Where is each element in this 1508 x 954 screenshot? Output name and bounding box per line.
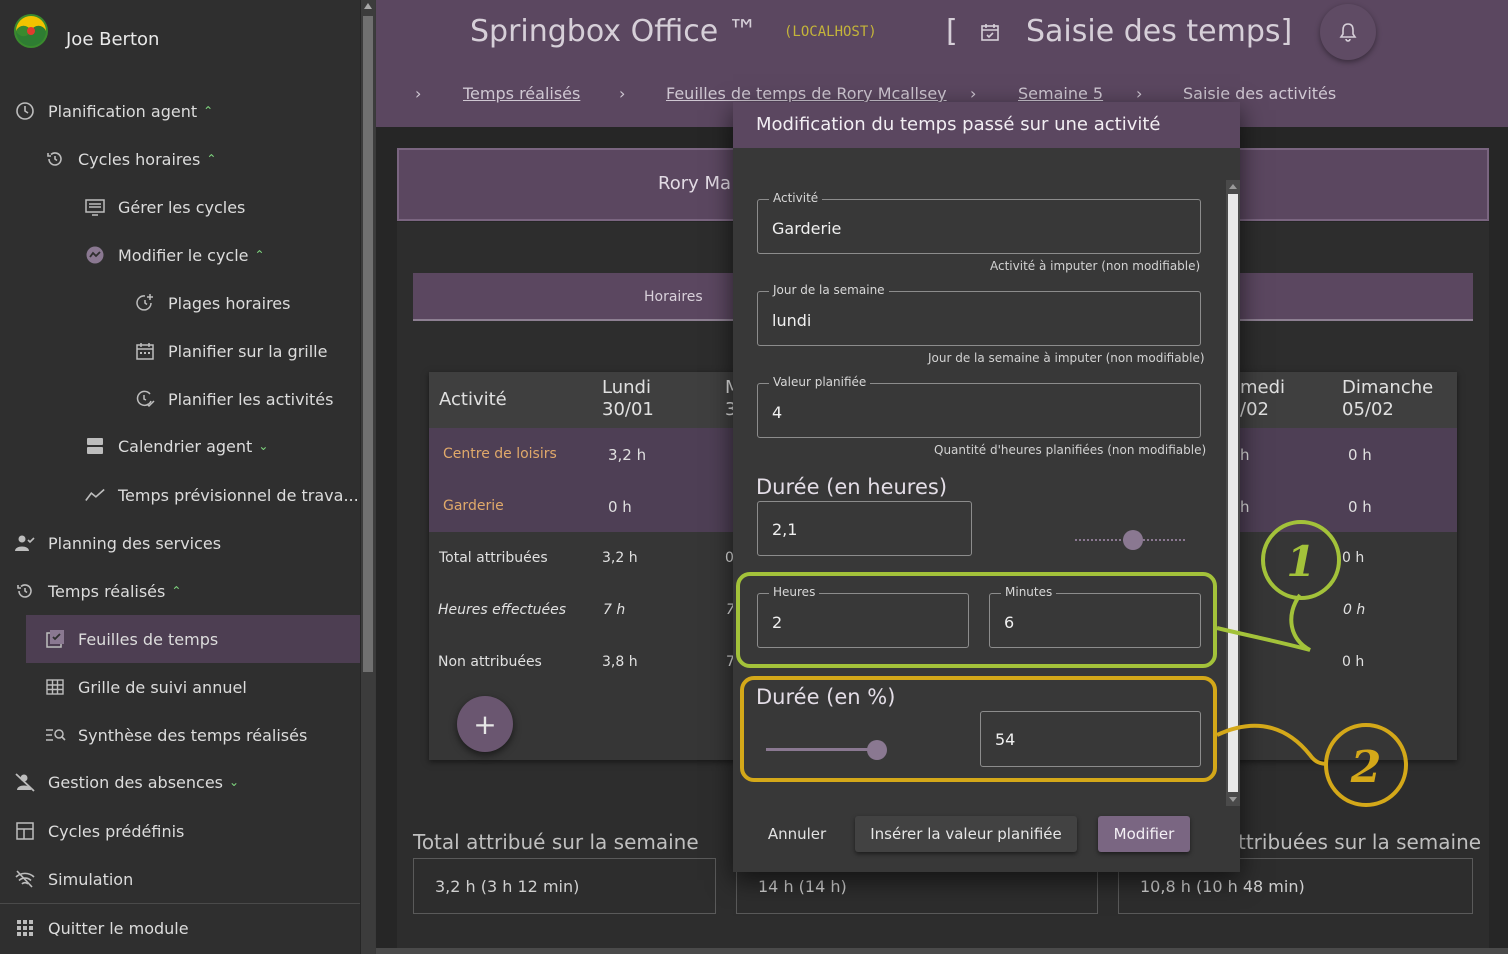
annotation-callout-1: 1 [1216, 520, 1341, 652]
annotation-callouts: 1 2 [1216, 520, 1408, 807]
annotation-callout-2: 2 [1216, 723, 1408, 807]
annotation-number-2: 2 [1350, 742, 1382, 793]
annotation-number-1: 1 [1286, 537, 1315, 586]
